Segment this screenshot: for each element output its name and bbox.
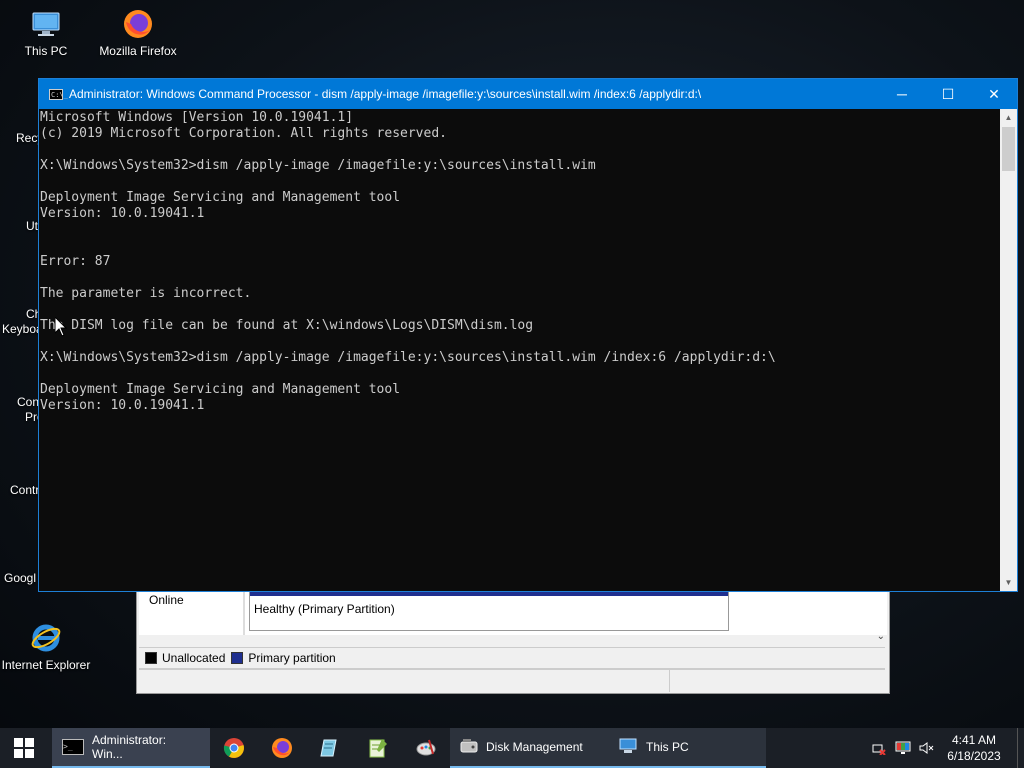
desktop-label-partial[interactable]: Keyboa — [2, 322, 43, 336]
minimize-button[interactable]: ─ — [879, 79, 925, 109]
cmd-icon[interactable]: C:\_ — [49, 88, 68, 100]
windows-logo-icon — [14, 738, 34, 758]
partition-block[interactable]: Healthy (Primary Partition) — [249, 591, 729, 631]
partition-color-bar — [250, 592, 728, 596]
console-line: The parameter is incorrect. — [40, 286, 252, 301]
console-line: X:\Windows\System32>dism /apply-image /i… — [40, 350, 776, 365]
taskbar-item-this-pc[interactable]: This PC — [608, 728, 766, 768]
volume-muted-icon[interactable] — [915, 728, 939, 768]
desktop-label-partial[interactable]: Ut — [26, 219, 38, 233]
internet-explorer-icon — [30, 622, 62, 654]
console-line: (c) 2019 Microsoft Corporation. All righ… — [40, 126, 447, 141]
console-output[interactable]: Microsoft Windows [Version 10.0.19041.1]… — [39, 109, 999, 591]
desktop-icon-internet-explorer[interactable]: Internet Explorer — [0, 622, 92, 672]
maximize-button[interactable]: ☐ — [925, 79, 971, 109]
disk-management-icon — [460, 738, 478, 757]
disk-management-window: Online Healthy (Primary Partition) ⌄ Una… — [136, 580, 890, 694]
taskbar-item-cmd[interactable]: >_ Administrator: Win... — [52, 728, 210, 768]
console-line: Error: 87 — [40, 254, 111, 269]
scroll-down-arrow-icon[interactable]: ▼ — [1000, 574, 1017, 591]
vertical-scrollbar[interactable]: ▲ ▼ — [1000, 109, 1017, 591]
desktop-label-partial[interactable]: Contr — [10, 483, 39, 497]
taskbar-item-label: This PC — [646, 740, 689, 754]
mouse-cursor-icon — [54, 315, 68, 337]
notepad-plus-plus-icon[interactable] — [354, 728, 402, 768]
scroll-up-arrow-icon[interactable]: ▲ — [1000, 109, 1017, 126]
start-button[interactable] — [0, 728, 48, 768]
disk-status: Online — [149, 593, 184, 607]
console-line: Version: 10.0.19041.1 — [40, 206, 205, 221]
command-prompt-window[interactable]: C:\_ Administrator: Windows Command Proc… — [38, 78, 1018, 592]
taskbar-item-label: Disk Management — [486, 740, 583, 754]
desktop-icon-firefox[interactable]: Mozilla Firefox — [92, 8, 184, 58]
console-line: Deployment Image Servicing and Managemen… — [40, 382, 401, 397]
scrollbar-thumb[interactable] — [1002, 127, 1015, 171]
firefox-icon — [122, 8, 154, 40]
taskbar: >_ Administrator: Win... Disk Management… — [0, 728, 1024, 768]
show-desktop-button[interactable] — [1017, 728, 1024, 768]
console-line: The DISM log file can be found at X:\win… — [40, 318, 534, 333]
clock-time: 4:41 AM — [951, 733, 997, 747]
clock-date: 6/18/2023 — [947, 749, 1001, 763]
close-button[interactable]: ✕ — [971, 79, 1017, 109]
primary-partition-swatch — [231, 652, 244, 664]
display-settings-icon[interactable] — [891, 728, 915, 768]
title-bar[interactable]: C:\_ Administrator: Windows Command Proc… — [39, 79, 1017, 109]
desktop-label-partial[interactable]: Googl — [4, 571, 36, 585]
partition-legend: Unallocated Primary partition — [139, 647, 885, 669]
console-text: Microsoft Windows [Version 10.0.19041.1]… — [39, 109, 999, 414]
legend-label-unallocated: Unallocated — [162, 651, 226, 665]
notepad-icon[interactable] — [306, 728, 354, 768]
firefox-icon[interactable] — [258, 728, 306, 768]
unallocated-swatch — [145, 652, 157, 664]
network-disconnected-icon[interactable] — [867, 728, 891, 768]
desktop-label-partial[interactable]: Con — [17, 395, 39, 409]
taskbar-item-disk-management[interactable]: Disk Management — [450, 728, 608, 768]
this-pc-icon — [30, 8, 62, 40]
chrome-icon[interactable] — [210, 728, 258, 768]
chevron-down-icon[interactable]: ⌄ — [877, 631, 885, 642]
clock[interactable]: 4:41 AM 6/18/2023 — [939, 732, 1009, 764]
paint-icon[interactable] — [402, 728, 450, 768]
legend-label-primary: Primary partition — [248, 651, 336, 665]
console-line: X:\Windows\System32>dism /apply-image /i… — [40, 158, 596, 173]
system-tray: 4:41 AM 6/18/2023 — [867, 728, 1024, 768]
window-title: Administrator: Windows Command Processor… — [69, 87, 702, 101]
console-line: Version: 10.0.19041.1 — [40, 398, 205, 413]
desktop-icon-label: This PC — [24, 44, 68, 58]
desktop-icon-label: Mozilla Firefox — [99, 44, 177, 58]
console-line: Deployment Image Servicing and Managemen… — [40, 190, 401, 205]
partition-status: Healthy (Primary Partition) — [254, 602, 395, 616]
cmd-icon: >_ — [62, 739, 84, 755]
console-line: Microsoft Windows [Version 10.0.19041.1] — [40, 110, 354, 125]
taskbar-item-label: Administrator: Win... — [92, 733, 167, 761]
desktop-icon-label: Internet Explorer — [1, 658, 91, 672]
this-pc-icon — [618, 738, 638, 757]
desktop-icon-this-pc[interactable]: This PC — [0, 8, 92, 58]
status-bar — [139, 669, 885, 692]
